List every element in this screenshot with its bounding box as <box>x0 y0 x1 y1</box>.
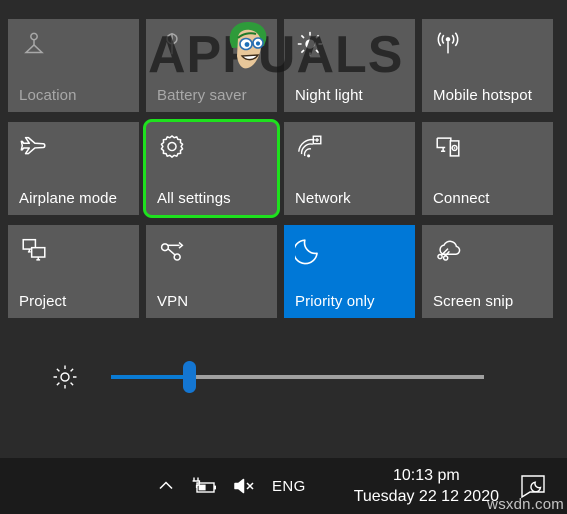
scissors-cloud-icon <box>433 235 463 265</box>
gear-icon <box>157 132 187 162</box>
quick-action-label: Priority only <box>295 293 375 310</box>
quick-action-label: Connect <box>433 190 490 207</box>
brightness-slider[interactable] <box>111 361 484 393</box>
airplane-icon <box>19 132 49 162</box>
brightness-slider-fill <box>111 375 190 379</box>
quick-action-label: Airplane mode <box>19 190 118 207</box>
system-tray: ENG <box>156 458 306 514</box>
action-center-button[interactable] <box>505 458 561 514</box>
battery-charging-icon[interactable] <box>190 475 218 497</box>
quick-action-tile-screen-snip[interactable]: Screen snip <box>422 225 553 318</box>
quick-action-tile-connect[interactable]: Connect <box>422 122 553 215</box>
quick-action-tile-project[interactable]: Project <box>8 225 139 318</box>
quick-action-label: Network <box>295 190 351 207</box>
connect-display-icon <box>433 132 463 162</box>
quick-action-label: Night light <box>295 87 363 104</box>
clock-time: 10:13 pm <box>392 467 460 484</box>
taskbar: ENG 10:13 pm Tuesday 22 12 2020 wsxdn.co… <box>0 458 567 514</box>
quick-action-tile-priority-only[interactable]: Priority only <box>284 225 415 318</box>
quick-action-tile-vpn[interactable]: VPN <box>146 225 277 318</box>
quick-actions-grid: Location Battery saver Night light Mobil… <box>8 19 554 318</box>
quick-action-tile-night-light[interactable]: Night light <box>284 19 415 112</box>
moon-icon <box>295 235 325 265</box>
taskbar-clock[interactable]: 10:13 pm Tuesday 22 12 2020 <box>354 458 499 514</box>
quick-action-label: Mobile hotspot <box>433 87 532 104</box>
hotspot-icon <box>433 29 463 59</box>
project-screen-icon <box>19 235 49 265</box>
clock-date: Tuesday 22 12 2020 <box>353 488 499 505</box>
vpn-icon <box>157 235 187 265</box>
wifi-network-icon <box>295 132 325 162</box>
show-hidden-icons-chevron-icon[interactable] <box>156 476 176 496</box>
quick-action-label: Location <box>19 87 77 104</box>
quick-action-label: Project <box>19 293 67 310</box>
leaf-icon <box>157 29 187 59</box>
location-pin-icon <box>19 29 49 59</box>
sun-icon <box>295 29 325 59</box>
quick-action-tile-battery-saver[interactable]: Battery saver <box>146 19 277 112</box>
quick-action-label: Screen snip <box>433 293 514 310</box>
quick-action-label: VPN <box>157 293 189 310</box>
quick-action-tile-airplane-mode[interactable]: Airplane mode <box>8 122 139 215</box>
brightness-row <box>0 352 567 402</box>
quick-action-tile-all-settings[interactable]: All settings <box>143 119 280 218</box>
quick-action-tile-location[interactable]: Location <box>8 19 139 112</box>
action-center-screen: Location Battery saver Night light Mobil… <box>0 0 567 514</box>
quick-action-label: All settings <box>157 190 231 207</box>
brightness-sun-icon <box>52 364 78 390</box>
action-center-icon <box>521 475 545 499</box>
language-indicator[interactable]: ENG <box>272 478 306 495</box>
brightness-slider-thumb[interactable] <box>183 361 197 393</box>
quick-action-label: Battery saver <box>157 87 247 104</box>
volume-muted-icon[interactable] <box>232 476 258 496</box>
quick-action-tile-network[interactable]: Network <box>284 122 415 215</box>
quick-action-tile-mobile-hotspot[interactable]: Mobile hotspot <box>422 19 553 112</box>
